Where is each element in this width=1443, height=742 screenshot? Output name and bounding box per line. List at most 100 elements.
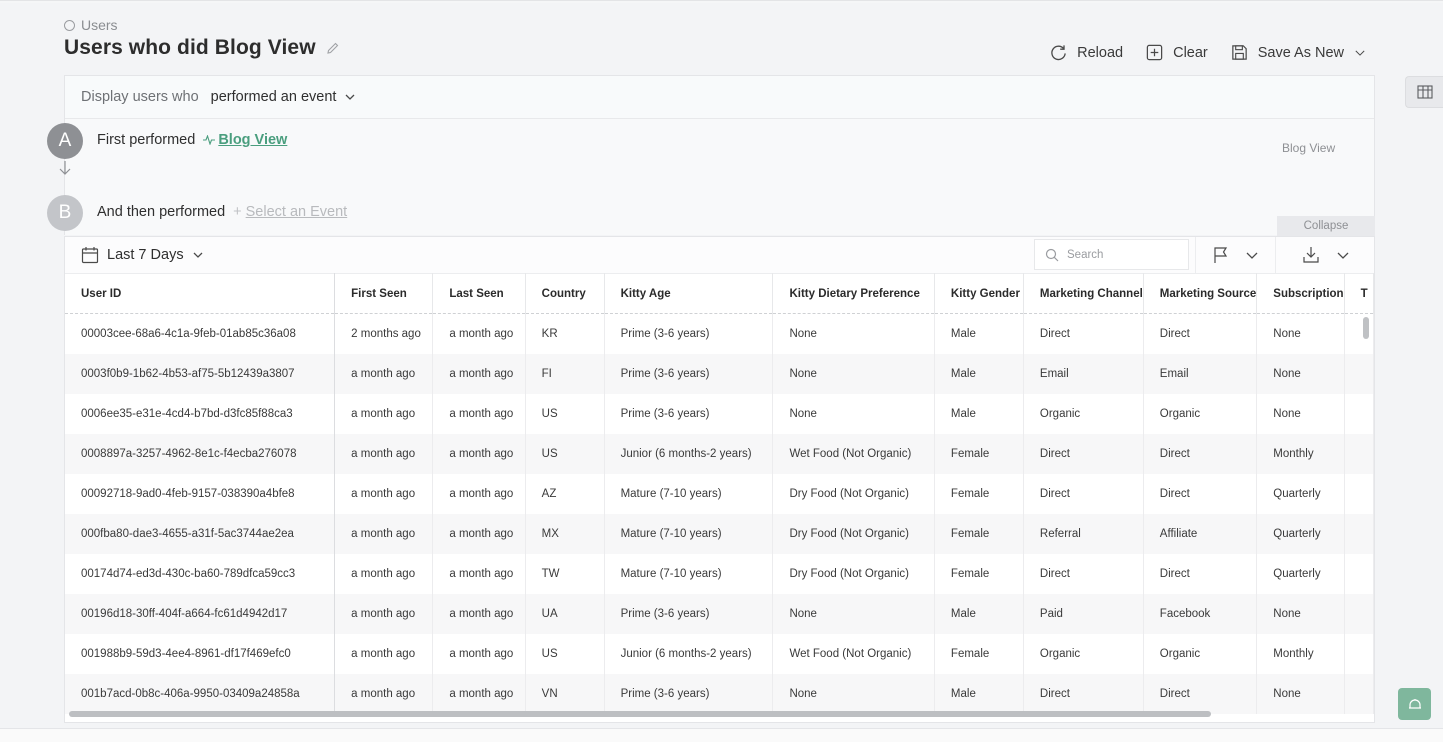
table-cell: 00003cee-68a6-4c1a-9feb-01ab85c36a08 bbox=[65, 313, 336, 354]
table-cell: Affiliate bbox=[1143, 513, 1258, 554]
table-cell: Female bbox=[934, 633, 1024, 674]
reload-icon bbox=[1051, 45, 1066, 61]
table-cell: a month ago bbox=[334, 633, 434, 674]
step-a-badge: A bbox=[47, 123, 83, 159]
table-cell: Direct bbox=[1023, 553, 1144, 594]
display-mode-select[interactable]: performed an event bbox=[211, 89, 357, 105]
table-cell: a month ago bbox=[432, 433, 526, 474]
vertical-scrollbar[interactable] bbox=[1363, 317, 1369, 339]
column-header[interactable]: User ID bbox=[65, 273, 336, 314]
table-row[interactable]: 0006ee35-e31e-4cd4-b7bd-d3fc85f88ca3 a mo… bbox=[65, 393, 1374, 434]
table-row[interactable]: 0008897a-3257-4962-8e1c-f4ecba276078 a mo… bbox=[65, 433, 1374, 474]
table-cell: Mature (7-10 years) bbox=[604, 553, 774, 594]
horizontal-scrollbar[interactable] bbox=[69, 711, 1211, 717]
table-cell: a month ago bbox=[334, 593, 434, 634]
table-cell: a month ago bbox=[432, 353, 526, 394]
clear-button[interactable]: Clear bbox=[1145, 43, 1208, 62]
table-cell: 2 months ago bbox=[334, 313, 434, 354]
step-b-badge: B bbox=[47, 195, 83, 231]
edit-icon[interactable] bbox=[326, 41, 340, 55]
table-cell: Male bbox=[934, 593, 1024, 634]
event-tag: Blog View bbox=[1282, 141, 1336, 155]
table-cell: Prime (3-6 years) bbox=[604, 593, 774, 634]
table-row[interactable]: 00174d74-ed3d-430c-ba60-789dfca59cc3 a mo… bbox=[65, 553, 1374, 594]
column-header[interactable]: T bbox=[1344, 273, 1374, 314]
search-icon bbox=[1045, 248, 1059, 261]
table-row[interactable]: 000fba80-dae3-4655-a31f-5ac3744ae2ea a mo… bbox=[65, 513, 1374, 554]
table-body: 00003cee-68a6-4c1a-9feb-01ab85c36a08 2 mo… bbox=[65, 313, 1374, 714]
table-cell: Female bbox=[934, 553, 1024, 594]
date-range-select[interactable]: Last 7 Days bbox=[65, 246, 204, 264]
column-header[interactable]: First Seen bbox=[334, 273, 434, 314]
table-cell: Mature (7-10 years) bbox=[604, 513, 774, 554]
table-cell: AZ bbox=[525, 473, 605, 514]
column-chooser-button[interactable] bbox=[1405, 76, 1443, 108]
table-cell: a month ago bbox=[334, 673, 434, 714]
select-event-link[interactable]: Select an Event bbox=[246, 204, 348, 220]
column-header[interactable]: Country bbox=[525, 273, 605, 314]
chevron-down-icon bbox=[193, 252, 203, 258]
table-cell: 0006ee35-e31e-4cd4-b7bd-d3fc85f88ca3 bbox=[65, 393, 336, 434]
table-cell: 001b7acd-0b8c-406a-9950-03409a24858a bbox=[65, 673, 336, 714]
table-row[interactable]: 00092718-9ad0-4feb-9157-038390a4bfe8 a mo… bbox=[65, 473, 1374, 514]
page-title: Users who did Blog View bbox=[64, 36, 340, 60]
column-header[interactable]: Marketing Source bbox=[1143, 273, 1258, 314]
table-cell: TW bbox=[525, 553, 605, 594]
table-cell bbox=[1344, 353, 1374, 394]
step-a-label: First performed bbox=[97, 132, 196, 148]
column-header[interactable]: Subscription bbox=[1256, 273, 1345, 314]
table-search-input[interactable]: Search bbox=[1034, 239, 1189, 270]
table-cell: None bbox=[1256, 673, 1345, 714]
reload-button[interactable]: Reload bbox=[1049, 43, 1123, 62]
table-cell bbox=[1344, 433, 1374, 474]
column-header[interactable]: Marketing Channel bbox=[1023, 273, 1144, 314]
table-cell bbox=[1344, 593, 1374, 634]
table-cell: Quarterly bbox=[1256, 553, 1345, 594]
table-cell: Wet Food (Not Organic) bbox=[772, 633, 935, 674]
chevron-down-icon bbox=[1337, 252, 1349, 259]
save-label: Save As New bbox=[1257, 44, 1344, 61]
table-cell: Wet Food (Not Organic) bbox=[772, 433, 935, 474]
collapse-button[interactable]: Collapse bbox=[1277, 216, 1375, 236]
column-header[interactable]: Kitty Gender bbox=[934, 273, 1024, 314]
table-cell bbox=[1344, 633, 1374, 674]
table-toolbar: Last 7 Days Search bbox=[65, 237, 1374, 273]
reload-label: Reload bbox=[1077, 44, 1124, 61]
help-button[interactable] bbox=[1398, 688, 1431, 720]
table-cell bbox=[1344, 473, 1374, 514]
chevron-down-icon bbox=[1355, 50, 1365, 56]
display-mode-value: performed an event bbox=[210, 89, 337, 105]
table-row[interactable]: 00196d18-30ff-404f-a664-fc61d4942d17 a mo… bbox=[65, 593, 1374, 634]
table-cell: Dry Food (Not Organic) bbox=[772, 553, 935, 594]
table-cell: None bbox=[1256, 593, 1345, 634]
table-cell: a month ago bbox=[432, 513, 526, 554]
table-row[interactable]: 001988b9-59d3-4ee4-8961-df17f469efc0 a mo… bbox=[65, 633, 1374, 674]
table-cell: Direct bbox=[1143, 673, 1258, 714]
help-bell-icon bbox=[1408, 699, 1421, 709]
table-cell: a month ago bbox=[334, 513, 434, 554]
search-placeholder: Search bbox=[1067, 248, 1104, 261]
table-cell: FI bbox=[525, 353, 605, 394]
table-cell: a month ago bbox=[432, 473, 526, 514]
column-header[interactable]: Kitty Age bbox=[604, 273, 774, 314]
table-row[interactable]: 00003cee-68a6-4c1a-9feb-01ab85c36a08 2 mo… bbox=[65, 313, 1374, 354]
save-as-new-button[interactable]: Save As New bbox=[1230, 43, 1367, 62]
step-a-event-link[interactable]: Blog View bbox=[218, 132, 287, 148]
table-cell: Referral bbox=[1023, 513, 1144, 554]
step-b-row: And then performed + Select an Event bbox=[97, 204, 347, 220]
column-header[interactable]: Last Seen bbox=[432, 273, 526, 314]
table-cell: Male bbox=[934, 313, 1024, 354]
top-border bbox=[0, 0, 1443, 3]
column-header[interactable]: Kitty Dietary Preference bbox=[772, 273, 935, 314]
flag-menu-button[interactable] bbox=[1195, 237, 1275, 273]
breadcrumb[interactable]: Users bbox=[64, 17, 118, 33]
download-menu-button[interactable] bbox=[1275, 237, 1374, 273]
table-row[interactable]: 0003f0b9-1b62-4b53-af75-5b12439a3807 a mo… bbox=[65, 353, 1374, 394]
step-a-row: First performed Blog View bbox=[97, 132, 287, 148]
breadcrumb-label: Users bbox=[81, 17, 118, 33]
table-row[interactable]: 001b7acd-0b8c-406a-9950-03409a24858a a mo… bbox=[65, 673, 1374, 714]
table-cell: Direct bbox=[1023, 473, 1144, 514]
table-cell: Direct bbox=[1023, 673, 1144, 714]
table-cell: None bbox=[772, 313, 935, 354]
table-cell: 0003f0b9-1b62-4b53-af75-5b12439a3807 bbox=[65, 353, 336, 394]
